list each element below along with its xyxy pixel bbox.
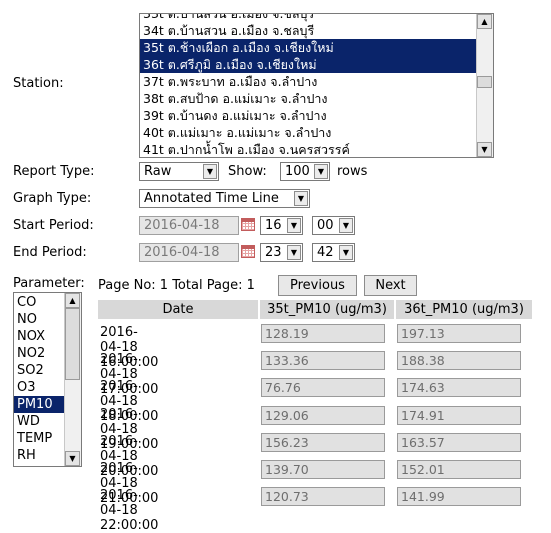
calendar-icon[interactable] — [241, 218, 255, 231]
station-option[interactable]: 39t ต.บ้านดง อ.แม่เมาะ จ.ลำปาง — [140, 107, 477, 124]
station-listbox[interactable]: 33t ต.บ้านสวน อ.เมือง จ.ชลบุรี 34t ต.บ้าน… — [139, 13, 494, 158]
previous-button[interactable]: Previous — [278, 275, 357, 296]
next-button[interactable]: Next — [364, 275, 417, 296]
chevron-down-icon: ▼ — [287, 245, 301, 260]
parameter-option[interactable]: TEMP — [14, 430, 64, 447]
value-35t-pm10[interactable]: 76.76 — [261, 378, 385, 398]
value-36t-pm10[interactable]: 188.38 — [397, 351, 521, 371]
parameter-options: CO NO NOX NO2 SO2 O3 PM10 WD TEMP RH — [14, 294, 64, 464]
parameter-option[interactable]: SO2 — [14, 362, 64, 379]
value-36t-pm10[interactable]: 152.01 — [397, 460, 521, 479]
value-36t-pm10[interactable]: 174.63 — [397, 378, 521, 398]
scroll-down-icon[interactable]: ▼ — [65, 451, 80, 466]
start-minute-value: 00 — [317, 218, 334, 233]
value-36t-pm10[interactable]: 174.91 — [397, 405, 521, 425]
value-35t-pm10[interactable]: 156.23 — [261, 432, 385, 452]
value-35t-pm10[interactable]: 133.36 — [261, 351, 385, 371]
start-hour-select[interactable]: 16 ▼ — [260, 216, 303, 235]
start-minute-select[interactable]: 00 ▼ — [312, 216, 355, 235]
end-period-label: End Period: — [13, 245, 87, 260]
rows-label: rows — [337, 164, 368, 179]
value-35t-pm10[interactable]: 128.19 — [261, 324, 385, 343]
row-date: 2016-04-18 22:00:00 — [100, 488, 159, 533]
start-hour-value: 16 — [265, 218, 282, 233]
parameter-option[interactable]: NO — [14, 311, 64, 328]
station-option[interactable]: 41t ต.ปากน้ำโพ อ.เมือง จ.นครสวรรค์ — [140, 141, 477, 157]
parameter-option[interactable]: WD — [14, 413, 64, 430]
parameter-option[interactable]: NO2 — [14, 345, 64, 362]
chevron-down-icon: ▼ — [339, 218, 353, 233]
parameter-listbox[interactable]: CO NO NOX NO2 SO2 O3 PM10 WD TEMP RH ▲ ▼ — [13, 292, 82, 467]
show-rows-select[interactable]: 100 ▼ — [280, 162, 330, 181]
parameter-option[interactable]: NOX — [14, 328, 64, 345]
parameter-label: Parameter: — [13, 276, 85, 291]
column-header-date: Date — [98, 300, 258, 319]
graph-type-value: Annotated Time Line — [144, 191, 279, 206]
station-option[interactable]: 33t ต.บ้านสวน อ.เมือง จ.ชลบุรี — [140, 14, 477, 22]
station-option[interactable]: 40t ต.แม่เมาะ อ.แม่เมาะ จ.ลำปาง — [140, 124, 477, 141]
station-options: 33t ต.บ้านสวน อ.เมือง จ.ชลบุรี 34t ต.บ้าน… — [140, 14, 477, 157]
scroll-thumb[interactable] — [477, 76, 492, 88]
scroll-up-icon[interactable]: ▲ — [65, 293, 80, 308]
parameter-option[interactable]: O3 — [14, 379, 64, 396]
value-36t-pm10[interactable]: 163.57 — [397, 432, 521, 452]
chevron-down-icon: ▼ — [203, 164, 217, 179]
parameter-option[interactable]: RH — [14, 447, 64, 464]
scroll-down-icon[interactable]: ▼ — [477, 142, 492, 157]
parameter-option[interactable]: PM10 — [14, 396, 64, 413]
station-option[interactable]: 38t ต.สบป้าด อ.แม่เมาะ จ.ลำปาง — [140, 90, 477, 107]
report-type-label: Report Type: — [13, 164, 95, 179]
page-info: Page No: 1 Total Page: 1 — [98, 278, 255, 293]
start-date-input[interactable]: 2016-04-18 — [139, 216, 239, 235]
end-minute-value: 42 — [317, 245, 334, 260]
graph-type-select[interactable]: Annotated Time Line ▼ — [139, 189, 310, 208]
end-hour-value: 23 — [265, 245, 282, 260]
calendar-icon[interactable] — [241, 245, 255, 258]
show-label: Show: — [228, 164, 267, 179]
parameter-scrollbar[interactable]: ▲ ▼ — [64, 293, 81, 466]
end-hour-select[interactable]: 23 ▼ — [260, 243, 303, 262]
chevron-down-icon: ▼ — [314, 164, 328, 179]
report-type-select[interactable]: Raw ▼ — [139, 162, 219, 181]
parameter-option[interactable]: CO — [14, 294, 64, 311]
value-36t-pm10[interactable]: 197.13 — [397, 324, 521, 343]
value-35t-pm10[interactable]: 120.73 — [261, 487, 385, 507]
scroll-thumb[interactable] — [65, 308, 80, 380]
column-header-35t-pm10: 35t_PM10 (ug/m3) — [260, 300, 394, 319]
station-label: Station: — [13, 76, 64, 91]
value-35t-pm10[interactable]: 139.70 — [261, 460, 385, 479]
show-rows-value: 100 — [285, 164, 310, 179]
end-minute-select[interactable]: 42 ▼ — [312, 243, 355, 262]
station-scrollbar[interactable]: ▲ ▼ — [476, 14, 493, 157]
station-option[interactable]: 36t ต.ศรีภูมิ อ.เมือง จ.เชียงใหม่ — [140, 56, 477, 73]
value-35t-pm10[interactable]: 129.06 — [261, 405, 385, 425]
column-header-36t-pm10: 36t_PM10 (ug/m3) — [396, 300, 532, 319]
station-option[interactable]: 35t ต.ช้างเผือก อ.เมือง จ.เชียงใหม่ — [140, 39, 477, 56]
report-type-value: Raw — [144, 164, 172, 179]
chevron-down-icon: ▼ — [294, 191, 308, 206]
end-date-input[interactable]: 2016-04-18 — [139, 243, 239, 262]
station-option[interactable]: 37t ต.พระบาท อ.เมือง จ.ลำปาง — [140, 73, 477, 90]
station-option[interactable]: 34t ต.บ้านสวน อ.เมือง จ.ชลบุรี — [140, 22, 477, 39]
value-36t-pm10[interactable]: 141.99 — [397, 487, 521, 507]
chevron-down-icon: ▼ — [287, 218, 301, 233]
graph-type-label: Graph Type: — [13, 191, 92, 206]
scroll-up-icon[interactable]: ▲ — [477, 14, 492, 29]
start-period-label: Start Period: — [13, 218, 94, 233]
chevron-down-icon: ▼ — [339, 245, 353, 260]
